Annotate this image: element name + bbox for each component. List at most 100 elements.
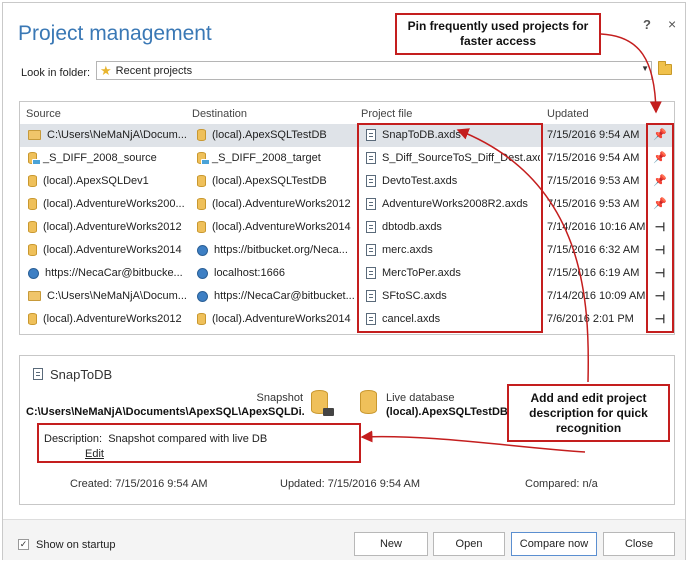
database-icon [197, 152, 210, 164]
help-button[interactable]: ? [643, 17, 651, 32]
table-row[interactable]: C:\Users\NeMaNjA\Docum... https://NecaCar… [20, 285, 674, 308]
cell-source-text: (local).AdventureWorks2012 [43, 313, 182, 325]
cell-source: C:\Users\NeMaNjA\Docum... [28, 129, 188, 141]
cell-updated: 7/14/2016 10:16 AM [547, 221, 646, 233]
cell-destination: localhost:1666 [197, 267, 359, 279]
cell-source: https://NecaCar@bitbucke... [28, 267, 188, 279]
cell-source: C:\Users\NeMaNjA\Docum... [28, 290, 188, 302]
cell-source: _S_DIFF_2008_source [28, 152, 188, 164]
cell-source-text: https://NecaCar@bitbucke... [45, 267, 183, 279]
table-row[interactable]: (local).AdventureWorks2012 (local).Advent… [20, 216, 674, 239]
live-database-label: Live database [386, 392, 455, 404]
show-on-startup-label[interactable]: Show on startup [36, 539, 116, 551]
column-project-file[interactable]: Project file [361, 108, 412, 120]
details-title: SnapToDB [50, 367, 113, 382]
pin-callout: Pin frequently used projects for faster … [395, 13, 601, 55]
cell-updated: 7/15/2016 9:53 AM [547, 198, 640, 210]
compared-date: Compared: n/a [525, 478, 598, 490]
cell-source-text: _S_DIFF_2008_source [43, 152, 157, 164]
database-icon [28, 244, 37, 256]
globe-icon [197, 267, 208, 279]
browse-folder-icon[interactable] [658, 61, 672, 75]
cell-destination-text: (local).AdventureWorks2014 [212, 221, 351, 233]
cell-updated: 7/15/2016 6:32 AM [547, 244, 640, 256]
chevron-down-icon[interactable]: ▼ [641, 64, 649, 73]
table-row[interactable]: (local).AdventureWorks2014 https://bitbuc… [20, 239, 674, 262]
pin-column-highlight [646, 123, 674, 333]
cell-destination: (local).AdventureWorks2014 [197, 221, 359, 233]
cell-updated: 7/15/2016 9:54 AM [547, 152, 640, 164]
cell-destination: https://bitbucket.org/Neca... [197, 244, 359, 256]
table-row[interactable]: _S_DIFF_2008_source _S_DIFF_2008_target S_… [20, 147, 674, 170]
compare-now-button[interactable]: Compare now [511, 532, 597, 556]
close-window-button[interactable]: × [668, 16, 676, 32]
folder-icon [28, 130, 41, 140]
cell-updated: 7/15/2016 9:53 AM [547, 175, 640, 187]
cell-destination: _S_DIFF_2008_target [197, 152, 359, 164]
look-in-folder-dropdown[interactable]: ★ Recent projects ▼ [96, 61, 652, 80]
table-row[interactable]: (local).ApexSQLDev1 (local).ApexSQLTestDB… [20, 170, 674, 193]
database-icon [28, 198, 37, 210]
cell-source-text: C:\Users\NeMaNjA\Docum... [47, 129, 187, 141]
footer-bar: ✓ Show on startup New Open Compare now C… [3, 519, 685, 560]
cell-destination-text: https://bitbucket.org/Neca... [214, 244, 348, 256]
cell-source-text: (local).AdventureWorks200... [43, 198, 185, 210]
cell-destination: (local).ApexSQLTestDB [197, 175, 359, 187]
snapshot-label: Snapshot [256, 392, 303, 404]
description-callout: Add and edit project description for qui… [507, 384, 670, 442]
cell-source: (local).AdventureWorks200... [28, 198, 188, 210]
database-icon [28, 221, 37, 233]
cell-destination-text: _S_DIFF_2008_target [212, 152, 321, 164]
cell-destination: (local).ApexSQLTestDB [197, 129, 359, 141]
close-button[interactable]: Close [603, 532, 675, 556]
table-row[interactable]: (local).AdventureWorks2012 (local).Advent… [20, 308, 674, 331]
cell-source-text: C:\Users\NeMaNjA\Docum... [47, 290, 187, 302]
cell-destination: https://NecaCar@bitbucket... [197, 290, 359, 302]
column-destination[interactable]: Destination [192, 108, 247, 120]
project-file-highlight [357, 123, 543, 333]
cell-destination-text: (local).AdventureWorks2014 [212, 313, 351, 325]
star-icon: ★ [100, 63, 112, 78]
cell-destination-text: (local).ApexSQLTestDB [212, 175, 327, 187]
open-button[interactable]: Open [433, 532, 505, 556]
grid-header: Source Destination Project file Updated [20, 102, 674, 124]
cell-source: (local).ApexSQLDev1 [28, 175, 188, 187]
globe-icon [28, 267, 39, 279]
updated-date: Updated: 7/15/2016 9:54 AM [280, 478, 421, 490]
database-icon [197, 313, 206, 325]
show-on-startup-checkbox[interactable]: ✓ [18, 539, 29, 550]
cell-destination-text: (local).AdventureWorks2012 [212, 198, 351, 210]
folder-icon [28, 291, 41, 301]
created-date: Created: 7/15/2016 9:54 AM [70, 478, 208, 490]
cell-destination-text: (local).ApexSQLTestDB [212, 129, 327, 141]
cell-source: (local).AdventureWorks2012 [28, 313, 188, 325]
table-row[interactable]: (local).AdventureWorks200... (local).Adve… [20, 193, 674, 216]
table-row[interactable]: https://NecaCar@bitbucke... localhost:166… [20, 262, 674, 285]
cell-source-text: (local).AdventureWorks2014 [43, 244, 182, 256]
cell-updated: 7/15/2016 6:19 AM [547, 267, 640, 279]
look-in-folder-label: Look in folder: [21, 67, 91, 79]
table-row[interactable]: C:\Users\NeMaNjA\Docum... (local).ApexSQL… [20, 124, 674, 147]
project-management-window: Project management ? × Look in folder: ★… [2, 2, 686, 560]
camera-icon [323, 408, 334, 416]
cell-updated: 7/15/2016 9:54 AM [547, 129, 640, 141]
database-icon [197, 175, 206, 187]
snapshot-path: C:\Users\NeMaNjA\Documents\ApexSQL\ApexS… [26, 406, 304, 418]
project-file-icon [33, 368, 43, 380]
cell-destination: (local).AdventureWorks2014 [197, 313, 359, 325]
cell-updated: 7/6/2016 2:01 PM [547, 313, 634, 325]
database-icon [197, 221, 206, 233]
live-database-value: (local).ApexSQLTestDB [386, 406, 508, 418]
cell-source-text: (local).AdventureWorks2012 [43, 221, 182, 233]
new-button[interactable]: New [354, 532, 428, 556]
cell-destination: (local).AdventureWorks2012 [197, 198, 359, 210]
column-updated[interactable]: Updated [547, 108, 589, 120]
projects-grid: Source Destination Project file Updated … [19, 101, 675, 335]
cell-source: (local).AdventureWorks2014 [28, 244, 188, 256]
database-icon [28, 313, 37, 325]
globe-icon [197, 244, 208, 256]
column-source[interactable]: Source [26, 108, 61, 120]
cell-updated: 7/14/2016 10:09 AM [547, 290, 646, 302]
description-highlight [37, 423, 361, 463]
cell-source: (local).AdventureWorks2012 [28, 221, 188, 233]
